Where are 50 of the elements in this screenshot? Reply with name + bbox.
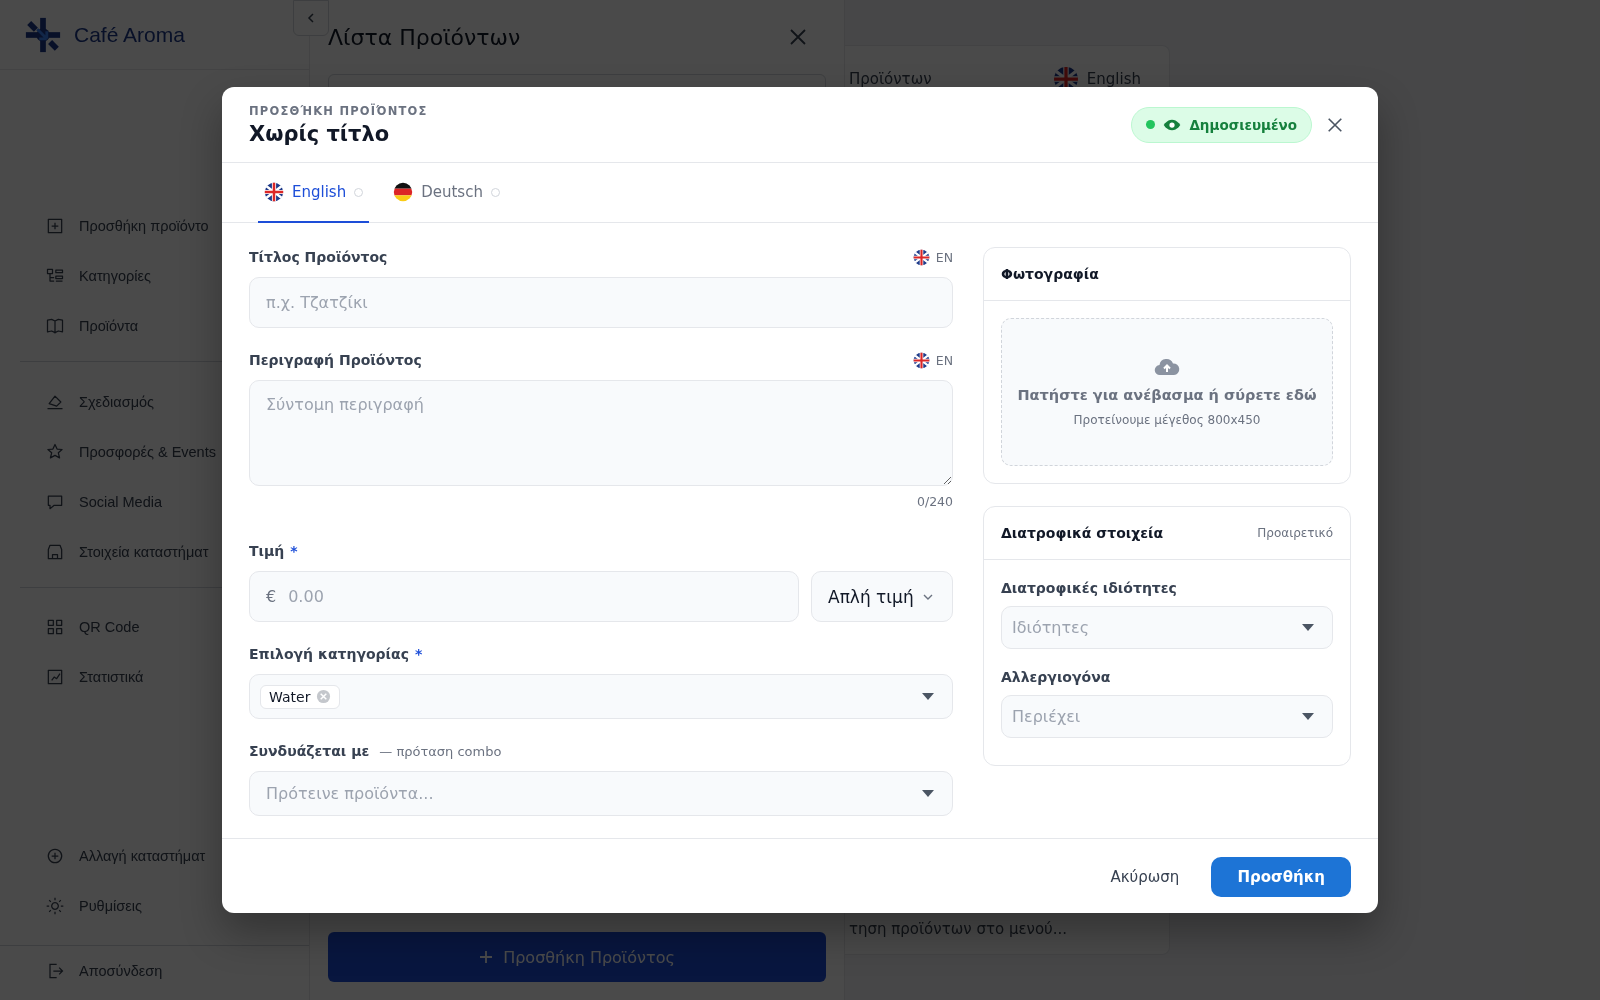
field-label: Συνδυάζεται με bbox=[249, 743, 370, 759]
category-chip[interactable]: Water bbox=[260, 684, 341, 709]
dropdown-select[interactable]: Περιέχει bbox=[1001, 695, 1333, 738]
brand-name: Café Aroma bbox=[74, 22, 185, 47]
uk-flag-icon bbox=[912, 248, 930, 266]
cancel-button[interactable]: Ακύρωση bbox=[1104, 866, 1186, 887]
dropdown-select[interactable]: Ιδιότητες bbox=[1001, 606, 1333, 649]
field-label: Επιλογή κατηγορίας bbox=[249, 646, 409, 662]
dialog-eyebrow: ΠΡΟΣΘΉΚΗ ΠΡΟΪΌΝΤΟΣ bbox=[249, 103, 429, 118]
title-input[interactable]: π.χ. Τζατζίκι bbox=[249, 277, 953, 328]
dropdown-arrow-icon bbox=[922, 789, 934, 798]
required-mark: * bbox=[414, 646, 423, 662]
optional-label: Προαιρετικό bbox=[1257, 526, 1333, 540]
field-label: Περιγραφή Προϊόντος bbox=[249, 352, 422, 368]
dialog-title: Χωρίς τίτλο bbox=[249, 121, 391, 146]
language-code: EN bbox=[935, 249, 953, 265]
status-dot bbox=[1146, 120, 1156, 129]
character-counter: 0/240 bbox=[916, 494, 953, 509]
language-label: English bbox=[1086, 70, 1141, 88]
category-select[interactable]: Water bbox=[249, 674, 953, 719]
price-type-select[interactable]: Απλή τιμή bbox=[811, 571, 953, 622]
dropdown-arrow-icon bbox=[922, 692, 934, 701]
card-title: Διατροφικά στοιχεία bbox=[1001, 525, 1164, 541]
field-hint: — πρόταση combo bbox=[379, 743, 502, 759]
language-tab[interactable]: English bbox=[258, 163, 370, 223]
field-label: Αλλεργιογόνα bbox=[1001, 669, 1112, 685]
close-icon[interactable] bbox=[1326, 115, 1344, 134]
dropdown-arrow-icon bbox=[1302, 712, 1314, 721]
status-toggle[interactable]: Δημοσιευμένο bbox=[1131, 106, 1312, 143]
language-tab[interactable]: Deutsch bbox=[387, 163, 506, 223]
drawer-title: Λίστα Προϊόντων bbox=[328, 24, 521, 50]
card-title: Φωτογραφία bbox=[1001, 266, 1099, 282]
description-input[interactable]: Σύντομη περιγραφή bbox=[249, 380, 953, 486]
price-input[interactable]: € 0.00 bbox=[249, 571, 799, 622]
field-label: Διατροφικές ιδιότητες bbox=[1001, 580, 1178, 596]
upload-cloud-icon bbox=[1154, 357, 1180, 377]
uk-flag-icon bbox=[912, 351, 930, 369]
field-label: Τιμή bbox=[249, 543, 285, 559]
field-label: Τίτλος Προϊόντος bbox=[249, 249, 388, 265]
uk-flag-icon bbox=[264, 182, 284, 202]
remove-icon[interactable] bbox=[316, 689, 332, 704]
combo-select[interactable]: Πρότεινε προϊόντα... bbox=[249, 771, 953, 816]
german-flag-icon bbox=[393, 182, 414, 202]
submit-button[interactable]: Προσθήκη bbox=[1211, 856, 1351, 897]
language-code: EN bbox=[935, 352, 953, 368]
card-heading: Προϊόντων bbox=[849, 70, 932, 88]
price-input-text[interactable]: 0.00 bbox=[286, 586, 782, 607]
upload-dropzone[interactable]: Πατήστε για ανέβασμα ή σύρετε εδώ Προτείνουμε μέγεθος 800x450 bbox=[1001, 318, 1333, 466]
dropdown-arrow-icon bbox=[1302, 623, 1314, 632]
required-mark: * bbox=[290, 543, 298, 559]
